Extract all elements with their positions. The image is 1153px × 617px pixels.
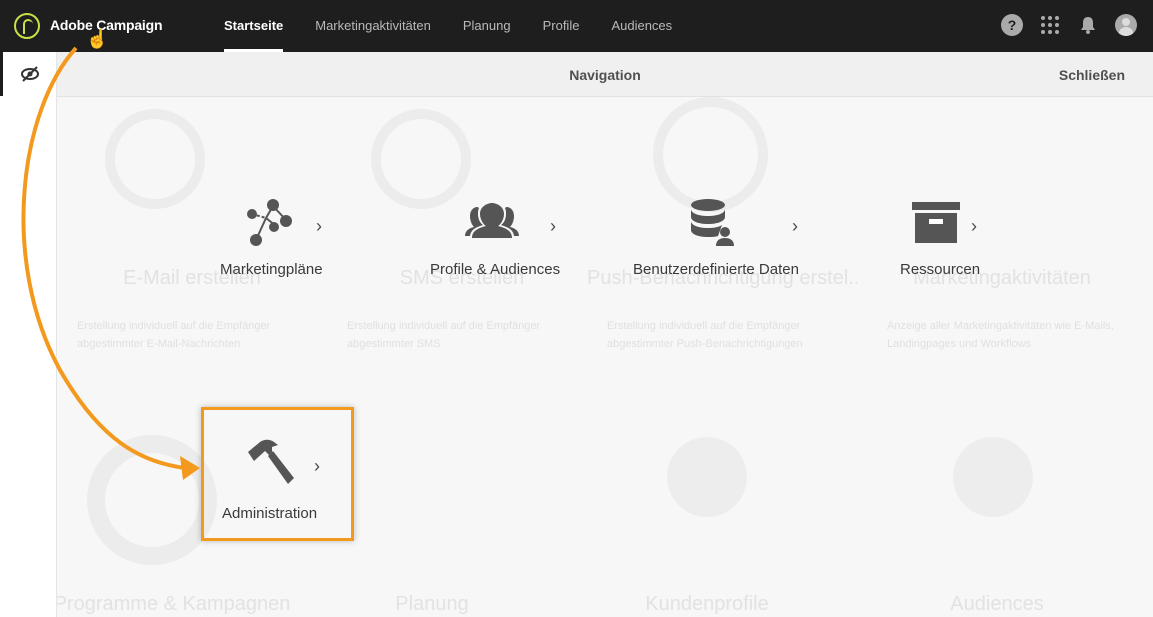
ghost-card-desc: Erstellung individuell auf die Empfänger… [77,320,271,350]
nav-planung[interactable]: Planung [463,0,511,52]
ghost-card-desc: Erstellung individuell auf die Empfänger… [607,320,803,350]
tile-profile-audiences[interactable]: › Profile & Audiences [426,190,566,310]
chevron-right-icon: › [550,216,556,236]
close-button[interactable]: Schließen [1059,67,1125,83]
nav-marketingaktivitaeten[interactable]: Marketingaktivitäten [315,0,431,52]
nav-startseite[interactable]: Startseite [224,0,284,52]
ghost-card-title: Audiences [950,593,1044,615]
user-avatar-icon[interactable] [1115,14,1137,36]
chevron-right-icon: › [971,216,977,236]
campaign-ghost-icon [87,435,217,565]
top-icons: ? [985,14,1137,36]
ghost-card-title: Kundenprofile [645,593,769,615]
help-icon[interactable]: ? [1001,14,1023,36]
people-icon [465,203,519,238]
bell-icon[interactable] [1077,14,1099,36]
tile-label: Marketingpläne [220,261,323,278]
hide-navigation-icon[interactable] [0,52,57,96]
nav-audiences[interactable]: Audiences [611,0,672,52]
navigation-panel-header: Navigation Schließen [57,52,1153,97]
main-navigation: Startseite Marketingaktivitäten Planung … [224,0,704,52]
administration-highlight-frame [201,407,354,541]
ghost-card-title: Planung [395,593,469,615]
tile-label: Profile & Audiences [430,261,561,278]
ghost-card-desc: Erstellung individuell auf die Empfänger… [347,320,541,350]
tile-label: Benutzerdefinierte Daten [633,261,799,278]
ghost-card-title: Programme & Kampagnen [57,593,291,615]
database-user-icon [691,199,734,246]
panel-title: Navigation [569,67,641,83]
ghost-card-desc: Anzeige aller Marketingaktivitäten wie E… [887,320,1114,350]
adobe-campaign-logo[interactable] [14,13,40,39]
tile-benutzerdefinierte-daten[interactable]: › Benutzerdefinierte Daten [630,190,810,310]
tile-marketingplaene[interactable]: › Marketingpläne [200,190,360,310]
chevron-right-icon: › [792,216,798,236]
left-sidebar [0,52,57,617]
profile-ghost-icon [667,437,747,517]
hand-cursor-icon: ☝ [86,29,109,49]
tile-label: Ressourcen [900,261,981,278]
nav-profile[interactable]: Profile [543,0,580,52]
network-icon [247,199,292,246]
apps-grid-icon[interactable] [1039,14,1061,36]
audience-ghost-icon [953,437,1033,517]
email-ghost-icon [105,109,205,209]
archive-box-icon [912,202,960,243]
top-bar: Adobe Campaign ☝ Startseite Marketingakt… [0,0,1153,52]
chevron-right-icon: › [316,216,322,236]
tile-ressourcen[interactable]: › Ressourcen [896,190,996,310]
